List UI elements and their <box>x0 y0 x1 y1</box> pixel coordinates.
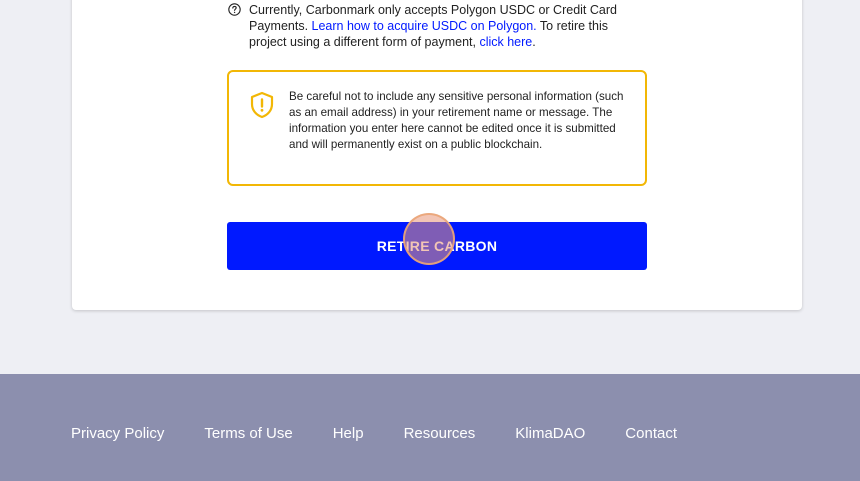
page: Currently, Carbonmark only accepts Polyg… <box>0 0 860 481</box>
payment-notice-text: Currently, Carbonmark only accepts Polyg… <box>249 2 648 50</box>
notice-text-end: . <box>532 35 536 49</box>
shield-exclamation-icon <box>249 91 275 119</box>
question-circle-icon <box>228 3 241 16</box>
other-payment-link[interactable]: click here <box>479 35 532 49</box>
footer-link-terms-of-use[interactable]: Terms of Use <box>204 425 292 442</box>
footer: Privacy Policy Terms of Use Help Resourc… <box>0 374 860 481</box>
payment-notice: Currently, Carbonmark only accepts Polyg… <box>228 2 648 50</box>
warning-message: Be careful not to include any sensitive … <box>289 90 624 151</box>
footer-link-resources[interactable]: Resources <box>404 425 476 442</box>
footer-link-klimadao[interactable]: KlimaDAO <box>515 425 585 442</box>
usdc-guide-link[interactable]: Learn how to acquire USDC on Polygon. <box>312 19 537 33</box>
footer-nav: Privacy Policy Terms of Use Help Resourc… <box>71 425 717 442</box>
footer-link-contact[interactable]: Contact <box>625 425 677 442</box>
footer-link-help[interactable]: Help <box>333 425 364 442</box>
footer-link-privacy-policy[interactable]: Privacy Policy <box>71 425 164 442</box>
sensitive-info-warning: Be careful not to include any sensitive … <box>227 70 647 186</box>
retire-carbon-button[interactable]: RETIRE CARBON <box>227 222 647 270</box>
